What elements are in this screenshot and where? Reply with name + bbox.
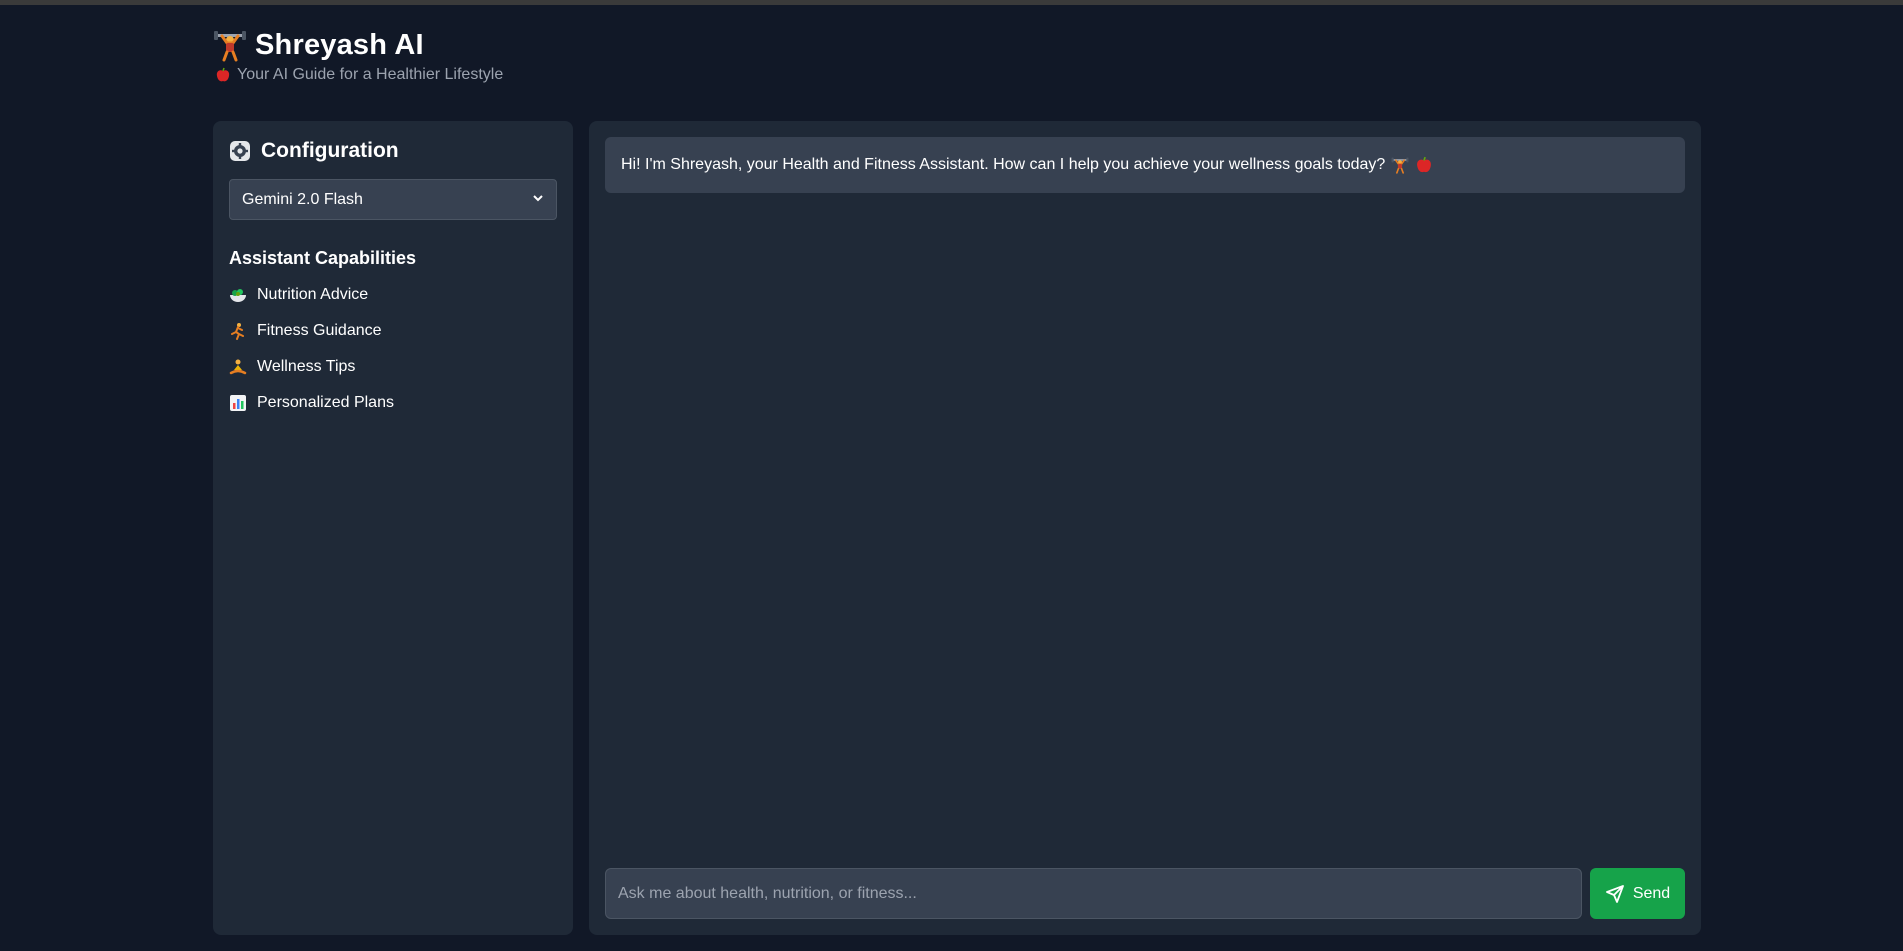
weightlifter-icon — [1391, 156, 1409, 174]
meditation-icon — [229, 358, 247, 376]
runner-icon — [229, 322, 247, 340]
subtitle-row: Your AI Guide for a Healthier Lifestyle — [215, 66, 503, 84]
chat-panel: Hi! I'm Shreyash, your Health and Fitnes… — [589, 121, 1701, 935]
app-subtitle: Your AI Guide for a Healthier Lifestyle — [237, 66, 504, 83]
capability-label: Nutrition Advice — [257, 286, 369, 303]
app-header: Shreyash AI Your AI Guide for a Healthie… — [213, 28, 503, 84]
capability-item-fitness: Fitness Guidance — [229, 313, 557, 349]
capability-item-nutrition: Nutrition Advice — [229, 277, 557, 313]
model-select-value: Gemini 2.0 Flash — [242, 190, 363, 208]
config-header: Configuration — [229, 139, 557, 163]
salad-icon — [229, 286, 247, 304]
capability-label: Wellness Tips — [257, 358, 356, 375]
app-title: Shreyash AI — [255, 28, 424, 61]
send-icon — [1605, 884, 1625, 904]
capability-label: Fitness Guidance — [257, 322, 382, 339]
browser-top-strip — [0, 0, 1903, 5]
apple-icon — [1415, 156, 1433, 174]
capabilities-title: Assistant Capabilities — [229, 248, 417, 268]
gear-icon — [229, 140, 251, 162]
message-text: Hi! I'm Shreyash, your Health and Fitnes… — [621, 156, 1386, 173]
weightlifter-icon — [213, 28, 247, 62]
apple-icon — [215, 67, 231, 83]
chat-input[interactable] — [605, 868, 1582, 919]
title-row: Shreyash AI — [213, 28, 503, 62]
send-button[interactable]: Send — [1590, 868, 1685, 919]
send-button-label: Send — [1632, 884, 1671, 902]
assistant-message: Hi! I'm Shreyash, your Health and Fitnes… — [605, 137, 1685, 193]
capability-item-wellness: Wellness Tips — [229, 349, 557, 385]
model-select[interactable]: Gemini 2.0 Flash — [229, 179, 557, 220]
capabilities-list: Nutrition Advice Fitness Guidance Wellne… — [229, 277, 557, 421]
chevron-down-icon — [532, 191, 544, 209]
bar-chart-icon — [229, 394, 247, 412]
capability-label: Personalized Plans — [257, 394, 394, 411]
sidebar: Configuration Gemini 2.0 Flash Assistant… — [213, 121, 573, 935]
capability-item-plans: Personalized Plans — [229, 385, 557, 421]
config-title: Configuration — [261, 139, 399, 162]
